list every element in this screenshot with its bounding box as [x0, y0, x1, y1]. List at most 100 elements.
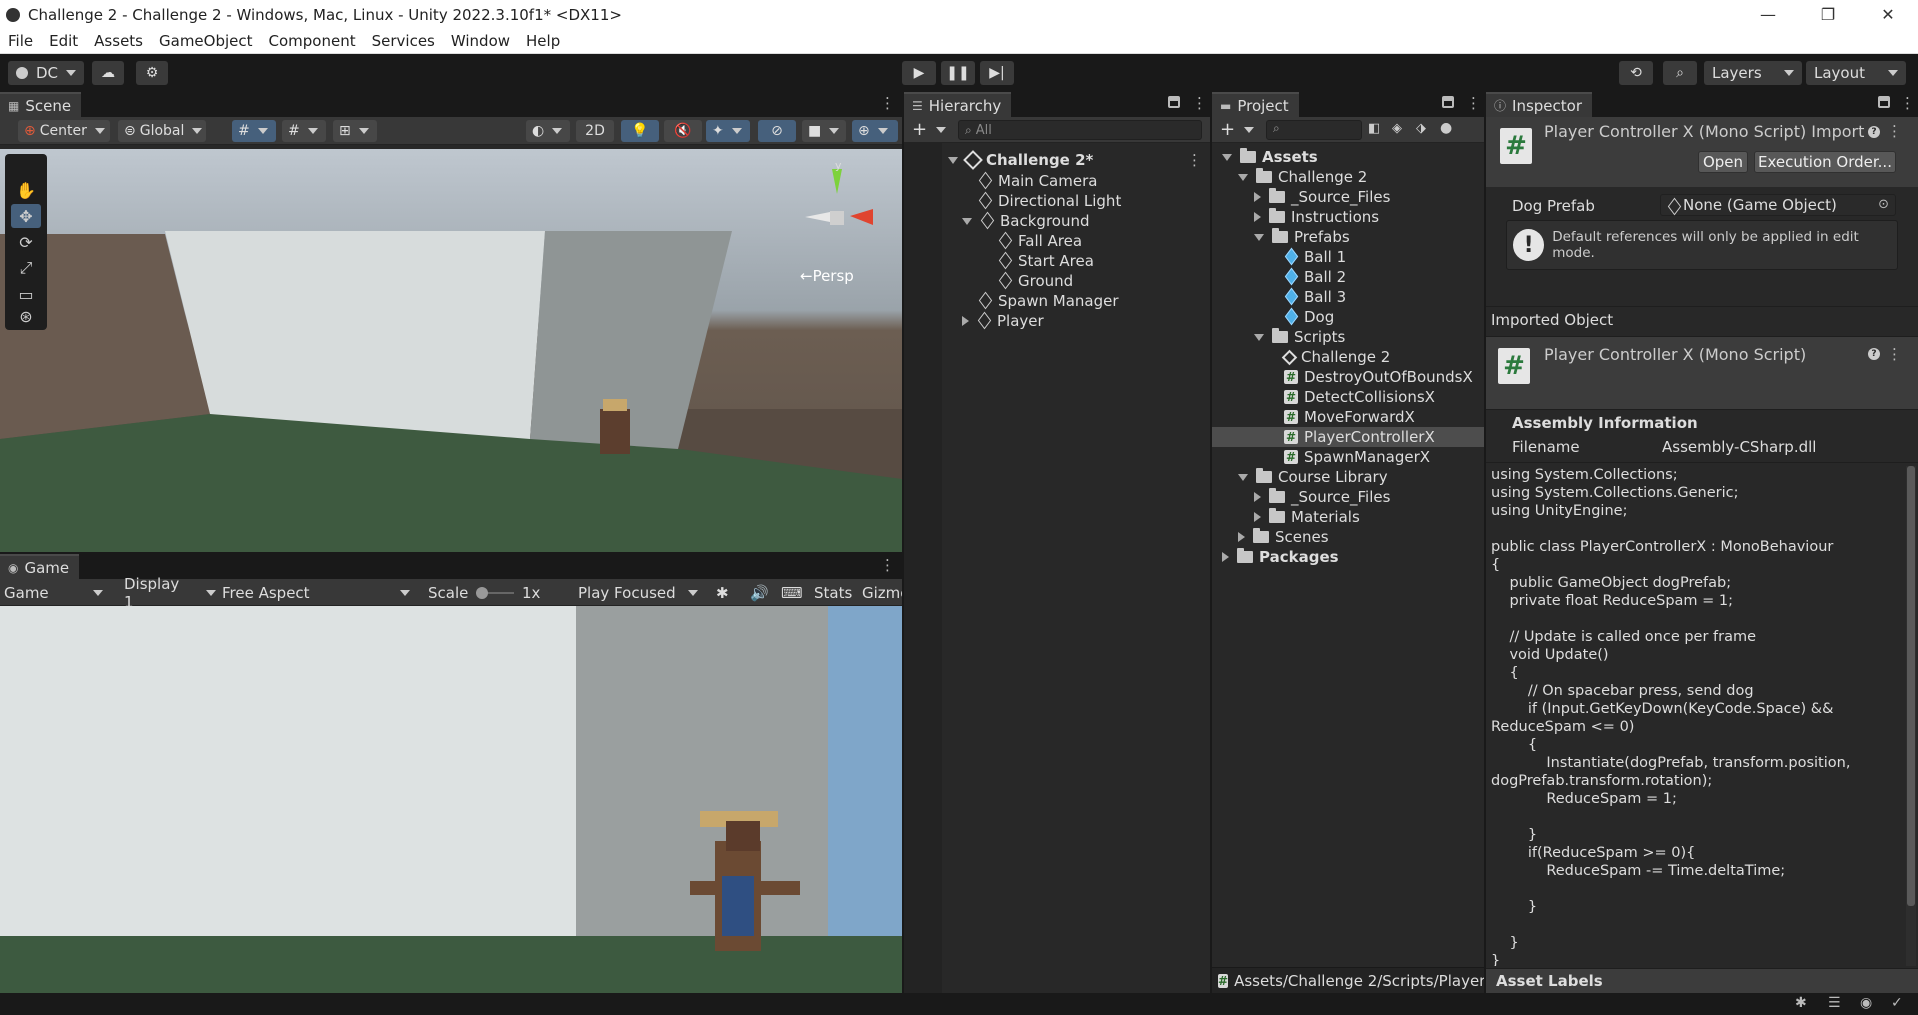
rotate-tool[interactable]: ⟳ [11, 230, 41, 254]
expand-arrow-icon[interactable] [1254, 333, 1264, 341]
hierarchy-item[interactable]: Player [962, 311, 1044, 331]
maximize-button[interactable]: ❐ [1800, 0, 1856, 29]
component-menu-icon[interactable]: ⋮ [1887, 122, 1902, 140]
aspect-dropdown[interactable]: Free Aspect [222, 579, 416, 606]
minimize-button[interactable]: — [1740, 0, 1796, 29]
2d-toggle[interactable]: 2D [576, 120, 614, 142]
scene-panel-menu-icon[interactable]: ⋮ [880, 94, 895, 112]
hierarchy-item[interactable]: Spawn Manager [978, 291, 1119, 311]
help-icon[interactable]: ? [1868, 348, 1880, 360]
camera-button[interactable]: ■ [802, 120, 846, 142]
scene-menu-icon[interactable]: ⋮ [1187, 151, 1202, 169]
lock-icon[interactable] [1168, 96, 1180, 108]
audio-toggle[interactable]: 🔇 [664, 120, 702, 142]
transform-tool[interactable]: ⊛ [11, 304, 41, 328]
scale-slider-handle[interactable] [476, 587, 488, 599]
hierarchy-item[interactable]: Directional Light [978, 191, 1121, 211]
filter-label-icon[interactable]: ◈ [1392, 121, 1402, 136]
info-icon[interactable]: ● [1440, 120, 1452, 136]
expand-arrow-icon[interactable] [962, 217, 972, 225]
project-item[interactable]: Course Library [1238, 467, 1388, 487]
project-item[interactable]: Challenge 2 [1281, 347, 1390, 367]
menu-component[interactable]: Component [261, 32, 364, 50]
game-viewport[interactable] [0, 606, 902, 993]
hierarchy-search[interactable]: ⌕ All [958, 120, 1202, 140]
play-mode-dropdown[interactable]: Play Focused [578, 579, 706, 606]
grid-snap-button[interactable]: # [232, 120, 276, 142]
layers-icon[interactable]: ☰ [1828, 995, 1841, 1011]
add-icon[interactable]: + [912, 119, 927, 140]
tab-scene[interactable]: ▦ Scene [0, 92, 82, 117]
object-picker-icon[interactable]: ⊙ [1878, 197, 1889, 212]
project-item[interactable]: Materials [1254, 507, 1360, 527]
search-button[interactable]: ⌕ [1663, 61, 1697, 85]
history-button[interactable]: ⟲ [1619, 61, 1653, 85]
draw-mode-button[interactable]: ◐ [526, 120, 570, 142]
project-item[interactable]: # DetectCollisionsX [1284, 387, 1435, 407]
inspector-menu-icon[interactable]: ⋮ [1900, 94, 1915, 112]
open-button[interactable]: Open [1698, 151, 1748, 173]
collapse-arrow-icon[interactable] [1254, 492, 1261, 502]
scene-gizmo[interactable]: y [790, 159, 890, 249]
component-menu-icon[interactable]: ⋮ [1887, 345, 1902, 363]
menu-window[interactable]: Window [443, 32, 518, 50]
project-item[interactable]: _Source_Files [1254, 187, 1390, 207]
project-item[interactable]: # MoveForwardX [1284, 407, 1415, 427]
menu-edit[interactable]: Edit [41, 32, 86, 50]
add-icon[interactable]: + [1220, 119, 1235, 140]
asset-labels-bar[interactable]: Asset Labels [1486, 968, 1918, 993]
project-item[interactable]: Ball 2 [1284, 267, 1346, 287]
play-button[interactable]: ▶ [902, 61, 936, 85]
expand-arrow-icon[interactable] [1254, 233, 1264, 241]
project-menu-icon[interactable]: ⋮ [1466, 94, 1481, 112]
gizmos-button[interactable]: Gizmos [862, 579, 902, 606]
execution-order-button[interactable]: Execution Order... [1754, 151, 1896, 173]
hierarchy-item[interactable]: Ground [998, 271, 1073, 291]
expand-arrow-icon[interactable] [948, 156, 958, 164]
tab-project[interactable]: ▬ Project [1212, 92, 1299, 117]
collapse-arrow-icon[interactable] [1222, 552, 1229, 562]
collapse-arrow-icon[interactable] [1254, 512, 1261, 522]
collapse-arrow-icon[interactable] [1254, 192, 1261, 202]
hierarchy-item[interactable]: Background [962, 211, 1090, 231]
dog-prefab-field[interactable]: None (Game Object) ⊙ [1660, 194, 1896, 216]
project-search-input[interactable]: ⌕ [1266, 120, 1362, 140]
collapse-arrow-icon[interactable] [1254, 212, 1261, 222]
hierarchy-scene-row[interactable]: Challenge 2* ⋮ [948, 150, 1210, 170]
hierarchy-item[interactable]: Start Area [998, 251, 1094, 271]
pause-button[interactable]: ❚❚ [941, 61, 975, 85]
increment-snap-button[interactable]: # [282, 120, 326, 142]
menu-file[interactable]: File [0, 32, 41, 50]
project-item[interactable]: _Source_Files [1254, 487, 1390, 507]
account-dropdown[interactable]: DC [8, 61, 84, 85]
project-item-selected[interactable]: # PlayerControllerX [1212, 427, 1484, 447]
expand-arrow-icon[interactable] [1238, 173, 1248, 181]
bug-icon[interactable]: ✱ [716, 579, 729, 606]
mute-audio-icon[interactable]: 🔊 [750, 579, 769, 606]
chevron-down-icon[interactable] [1244, 127, 1254, 133]
tab-game[interactable]: ◉ Game [0, 554, 80, 579]
project-item[interactable]: Ball 1 [1284, 247, 1346, 267]
move-tool[interactable]: ✥ [11, 204, 41, 228]
project-item[interactable]: Challenge 2 [1238, 167, 1367, 187]
project-item[interactable]: Packages [1222, 547, 1339, 567]
menu-services[interactable]: Services [364, 32, 443, 50]
help-icon[interactable]: ? [1868, 126, 1880, 138]
rect-tool[interactable]: ▭ [11, 282, 41, 306]
expand-arrow-icon[interactable] [1238, 473, 1248, 481]
tag-icon[interactable]: ⬗ [1416, 121, 1426, 136]
collapse-arrow-icon[interactable] [1238, 532, 1245, 542]
cache-icon[interactable]: ◉ [1860, 995, 1872, 1011]
hierarchy-item[interactable]: Fall Area [998, 231, 1082, 251]
close-button[interactable]: ✕ [1860, 0, 1916, 29]
collapse-arrow-icon[interactable] [962, 316, 969, 326]
tab-inspector[interactable]: ⓘ Inspector [1486, 92, 1592, 117]
project-item[interactable]: # DestroyOutOfBoundsX [1284, 367, 1473, 387]
visibility-toggle[interactable]: ⊘ [758, 120, 796, 142]
layout-dropdown[interactable]: Layout [1806, 61, 1906, 85]
project-item[interactable]: # SpawnManagerX [1284, 447, 1430, 467]
menu-gameobject[interactable]: GameObject [151, 32, 261, 50]
lighting-toggle[interactable]: 💡 [621, 120, 659, 142]
project-item[interactable]: Instructions [1254, 207, 1379, 227]
hand-tool[interactable]: ✋ [11, 178, 41, 202]
